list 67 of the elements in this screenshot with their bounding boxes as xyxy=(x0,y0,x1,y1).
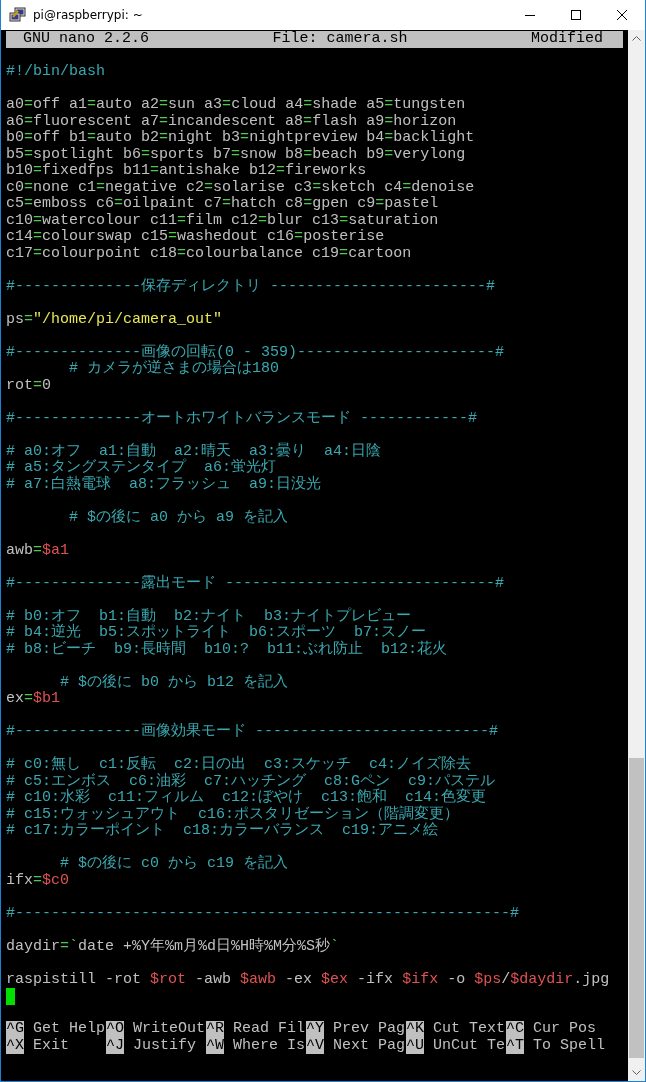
code-line: ex=$b1 xyxy=(6,690,61,707)
code-line: # c15:ウォッシュアウト c16:ポスタリゼーション（階調変更） xyxy=(6,805,460,823)
shortcut-label: Justify xyxy=(133,1037,197,1054)
code-line: #--------------画像効果モード --------------------------# xyxy=(6,723,499,740)
code-line: # $の後に b0 から b12 を記入 xyxy=(60,673,289,691)
code-line: a6=fluorescent a7=incandescent a8=flash a9=horizon xyxy=(6,112,457,130)
code-line: # $の後に c0 から c19 を記入 xyxy=(59,855,289,872)
code-line: c14=colourswap c15=washedout c16=posterise xyxy=(6,228,385,245)
shortcut-label: Where Is xyxy=(233,1037,306,1054)
code-line: # a5:タングステンタイプ a6:蛍光灯 xyxy=(6,459,276,476)
code-line: rot=0 xyxy=(6,376,52,394)
code-line: # c17:カラーポイント c18:カラーバランス c19:アニメ絵 xyxy=(6,822,439,839)
shortcut-label: Cut Text xyxy=(433,1021,506,1038)
maximize-icon xyxy=(571,10,581,20)
editor-version: GNU nano 2.2.6 xyxy=(23,31,150,48)
terminal-app-icon xyxy=(9,7,27,23)
code-line: # $の後に a0 から a9 を記入 xyxy=(68,508,289,526)
text-cursor xyxy=(6,988,15,1005)
scrollbar-thumb[interactable] xyxy=(629,758,644,1058)
scroll-down-icon[interactable] xyxy=(632,1070,641,1075)
shortcut-key: ^K xyxy=(406,1021,424,1038)
scroll-up-icon[interactable] xyxy=(632,36,641,41)
code-line: c0=none c1=negative c2=solarise c3=sketch c4=denoise xyxy=(6,178,475,196)
code-line: daydir=`date +%Y年%m月%d日%H時%M分%S秒` xyxy=(6,937,340,955)
code-line: c10=watercolour c11=film c12=blur c13=saturation xyxy=(6,211,439,229)
code-line: a0=off a1=auto a2=sun a3=cloud a4=shade a5=tungsten xyxy=(6,96,466,113)
code-line: # カメラが逆さまの場合は180 xyxy=(68,360,280,377)
code-line: ps="/home/pi/camera_out" xyxy=(6,310,223,328)
code-line: # b4:逆光 b5:スポットライト b6:スポーツ b7:スノー xyxy=(6,624,427,641)
code-line: #--------------保存ディレクトリ ------------------------# xyxy=(6,277,496,295)
shortcut-key: ^G xyxy=(6,1021,24,1038)
modified-status: Modified xyxy=(530,31,603,48)
shortcut-label: Exit xyxy=(33,1037,70,1054)
code-line: c17=colourpoint c18=colourbalance c19=cartoon xyxy=(6,244,412,262)
shortcut-label: Get Help xyxy=(33,1021,106,1038)
shortcut-key: ^Y xyxy=(306,1021,324,1038)
shortcut-label: Prev Pag xyxy=(333,1021,406,1038)
shortcut-label: WriteOut xyxy=(133,1021,206,1038)
code-line: ifx=$c0 xyxy=(6,871,70,889)
code-line: #--------------露出モード ------------------------------# xyxy=(6,574,505,592)
code-line: #-------------------------------------------------------# xyxy=(6,904,520,922)
shortcut-label: Next Pag xyxy=(333,1037,406,1054)
shortcut-label: UnCut Te xyxy=(433,1037,506,1054)
code-line: # c0:無し c1:反転 c2:日の出 c3:スケッチ c4:ノイズ除去 xyxy=(6,756,472,773)
shortcut-key: ^R xyxy=(206,1021,224,1038)
code-line: # b8:ビーチ b9:長時間 b10:? b11:ぶれ防止 b12:花火 xyxy=(6,640,448,658)
shortcut-label: Read Fil xyxy=(233,1021,306,1038)
code-line: awb=$a1 xyxy=(6,541,70,559)
code-line: #--------------オートホワイトバランスモード ------------# xyxy=(6,409,478,427)
code-line: b0=off b1=auto b2=night b3=nightpreview b4=backlight xyxy=(6,129,475,146)
code-line: # a7:白熱電球 a8:フラッシュ a9:日没光 xyxy=(6,475,322,493)
shortcut-label: To Spell xyxy=(533,1037,606,1054)
code-line: #--------------画像の回転(0 - 359)----------------------# xyxy=(6,343,505,361)
window-title: pi@raspberrypi: ~ xyxy=(33,7,143,24)
shortcut-key: ^C xyxy=(506,1021,524,1038)
code-line: b10=fixedfps b11=antishake b12=fireworks xyxy=(6,162,367,179)
close-icon xyxy=(617,10,627,20)
code-line: # c10:水彩 c11:フィルム c12:ぼやけ c13:飽和 c14:色変更 xyxy=(6,789,487,806)
code-line: b5=spotlight b6=sports b7=snow b8=beach b9=verylong xyxy=(6,145,466,163)
vertical-scrollbar[interactable] xyxy=(628,30,645,1081)
code-line: # b0:オフ b1:自動 b2:ナイト b3:ナイトプレビュー xyxy=(6,607,412,625)
file-name: File: camera.sh xyxy=(272,31,408,48)
code-line: #!/bin/bash xyxy=(6,63,106,80)
code-line: c5=emboss c6=oilpaint c7=hatch c8=gpen c9=pastel xyxy=(6,195,439,212)
shortcut-label: Cur Pos xyxy=(533,1021,597,1038)
shortcut-key: ^O xyxy=(106,1021,124,1038)
code-line: raspistill -rot $rot -awb $awb -ex $ex -ifx $ifx -o $ps/$daydir.jpg xyxy=(6,970,610,988)
